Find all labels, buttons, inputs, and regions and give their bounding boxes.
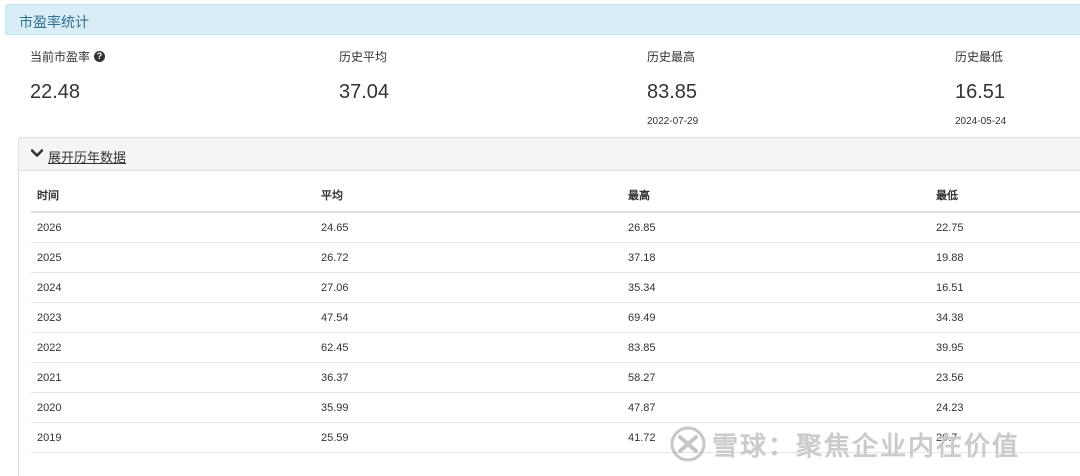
cell-low: 16.51 [930,272,1080,303]
table-row: 2024 27.06 35.34 16.51 [31,272,1080,303]
expand-history-link[interactable]: 展开历年数据 [48,147,126,166]
table-row: 2020 35.99 47.87 24.23 [31,392,1080,423]
cell-year: 2021 [31,362,315,393]
cell-high: 58.27 [622,362,930,393]
stat-label: 历史平均 [339,50,388,64]
cell-high: 47.87 [622,392,930,423]
panel-title: 市盈率统计 [19,14,89,30]
table-row: 2019 25.59 41.72 20.7 [31,422,1080,453]
cell-average: 26.72 [315,242,622,273]
cell-year: 2020 [31,392,315,423]
cell-average: 35.99 [315,392,622,423]
table-row: 2021 36.37 58.27 23.56 [31,362,1080,393]
table-row: 2022 62.45 83.85 39.95 [31,332,1080,363]
column-header-low: 最低 [930,179,1080,213]
cell-low: 34.38 [930,302,1080,333]
cell-high: 26.85 [622,212,930,243]
cell-year: 2019 [31,422,315,453]
cell-average: 24.65 [315,212,622,243]
table-row: 2026 24.65 26.85 22.75 [31,212,1080,243]
cell-low: 24.23 [930,392,1080,423]
stat-label: 历史最低 [955,50,1004,64]
column-header-average: 平均 [315,179,622,213]
cell-year: 2026 [31,212,315,243]
cell-low: 39.95 [930,332,1080,363]
cell-high: 37.18 [622,242,930,273]
history-table: 时间 平均 最高 最低 2026 24.65 26.85 22.75 2025 26.72… [31,179,1080,453]
cell-average: 27.06 [315,272,622,303]
table-header-row: 时间 平均 最高 最低 [31,179,1080,213]
stat-value: 37.04 [339,81,390,103]
stat-date: 2024-05-24 [955,116,1007,127]
stat-historical-average: 历史平均 37.04 [339,48,389,104]
stat-date: 2022-07-29 [647,116,699,127]
cell-average: 47.54 [315,302,622,333]
cell-year: 2023 [31,302,315,333]
table-row: 2023 47.54 69.49 34.38 [31,302,1080,333]
cell-high: 83.85 [622,332,930,363]
cell-high: 69.49 [622,302,930,333]
stat-historical-high: 历史最高 83.85 2022-07-29 [647,48,698,127]
cell-year: 2022 [31,332,315,363]
column-header-time: 时间 [31,179,315,213]
chevron-down-icon [31,149,43,157]
table-row: 2025 26.72 37.18 19.88 [31,242,1080,273]
column-header-high: 最高 [622,179,930,213]
stat-label: 当前市盈率 [30,50,91,64]
cell-low: 22.75 [930,212,1080,243]
history-table-container: 时间 平均 最高 最低 2026 24.65 26.85 22.75 2025 26.72… [18,171,1080,476]
cell-average: 25.59 [315,422,622,453]
stat-current-pe: 当前市盈率 ? 22.48 [30,48,106,104]
stat-value: 83.85 [647,81,698,103]
cell-high: 35.34 [622,272,930,303]
cell-low: 20.7 [930,422,1080,453]
cell-average: 62.45 [315,332,622,363]
question-circle-icon[interactable]: ? [94,51,106,62]
cell-year: 2025 [31,242,315,273]
expand-history-toggle[interactable]: 展开历年数据 [18,137,1080,171]
stat-value: 22.48 [30,81,81,103]
stat-value: 16.51 [955,81,1006,103]
panel-heading: 市盈率统计 [5,4,1080,35]
cell-high: 41.72 [622,422,930,453]
cell-low: 19.88 [930,242,1080,273]
stat-historical-low: 历史最低 16.51 2024-05-24 [955,48,1006,127]
cell-low: 23.56 [930,362,1080,393]
cell-average: 36.37 [315,362,622,393]
stat-label: 历史最高 [647,50,696,64]
cell-year: 2024 [31,272,315,303]
